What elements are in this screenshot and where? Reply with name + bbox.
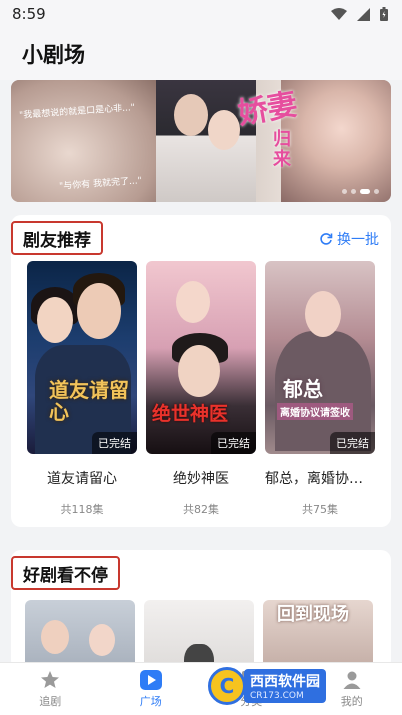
refresh-button[interactable]: 换一批 <box>319 229 379 249</box>
wifi-icon <box>331 7 347 20</box>
watermark-main: 西西软件园 <box>250 674 320 690</box>
drama-card[interactable]: 道友请留心 已完结 道友请留心 共118集 <box>27 261 137 517</box>
poster-title-art: 绝世神医 <box>152 403 229 425</box>
drama-list: 回到现场 <box>25 600 373 670</box>
status-icons <box>331 7 388 21</box>
drama-card[interactable]: 郁总 离婚协议请签收 已完结 郁总，离婚协议... 共75集 <box>265 261 375 517</box>
banner-pagination <box>342 189 379 194</box>
poster-figure <box>77 283 121 339</box>
section-title-recommend: 剧友推荐 <box>11 221 103 255</box>
status-badge: 已完结 <box>92 432 137 454</box>
drama-name[interactable]: 道友请留心 <box>27 468 137 488</box>
drama-name[interactable]: 郁总，离婚协议... <box>265 468 375 488</box>
refresh-icon <box>320 233 333 245</box>
drama-poster[interactable]: 绝世神医 已完结 <box>146 261 256 454</box>
nonstop-section: 好剧看不停 回到现场 <box>11 550 391 670</box>
banner-dot[interactable] <box>351 189 356 194</box>
tab-square[interactable]: 广场 <box>101 663 202 715</box>
banner-dot[interactable] <box>374 189 379 194</box>
app-header: 小剧场 <box>0 28 402 80</box>
tab-label: 追剧 <box>39 694 62 708</box>
banner-dot[interactable] <box>342 189 347 194</box>
poster-figure <box>41 620 69 654</box>
banner-face-male <box>174 94 208 136</box>
poster-figure <box>305 291 341 337</box>
recommend-section: 剧友推荐 换一批 道友请留心 已完结 道友请留心 共118集 绝世神医 已完结 … <box>11 215 391 527</box>
status-badge: 已完结 <box>330 432 375 454</box>
watermark-logo: C 西西软件园 CR173.COM <box>208 666 386 706</box>
banner-title-sub: 归来 <box>273 129 291 170</box>
play-icon <box>139 669 162 690</box>
poster-figure <box>178 345 220 397</box>
drama-poster[interactable]: 郁总 离婚协议请签收 已完结 <box>265 261 375 454</box>
watermark-emblem: C <box>208 667 246 705</box>
drama-poster[interactable]: 道友请留心 已完结 <box>27 261 137 454</box>
drama-card[interactable]: 绝世神医 已完结 绝妙神医 共82集 <box>146 261 256 517</box>
drama-list: 道友请留心 已完结 道友请留心 共118集 绝世神医 已完结 绝妙神医 共82集… <box>27 261 375 517</box>
poster-title-art: 道友请留心 <box>49 378 129 424</box>
poster-figure <box>176 281 210 323</box>
banner-dot-active[interactable] <box>360 189 370 194</box>
status-bar: 8:59 <box>0 0 402 28</box>
status-badge: 已完结 <box>211 432 256 454</box>
drama-poster[interactable] <box>144 600 254 670</box>
episode-count: 共75集 <box>302 503 338 516</box>
episode-count: 共82集 <box>183 503 219 516</box>
signal-icon <box>357 7 370 21</box>
tab-label: 广场 <box>139 694 162 708</box>
poster-figure <box>37 297 73 343</box>
poster-title-art: 回到现场 <box>277 604 349 625</box>
status-time: 8:59 <box>12 5 46 23</box>
refresh-label: 换一批 <box>337 232 379 248</box>
banner-carousel[interactable]: "我最想说的就是口是心非..." "与你有 我就完了..." 娇妻 归来 <box>11 80 391 202</box>
battery-icon <box>380 7 388 21</box>
poster-figure <box>89 624 115 656</box>
drama-name[interactable]: 绝妙神医 <box>146 468 256 488</box>
tab-follow[interactable]: 追剧 <box>0 663 101 715</box>
poster-subtitle-art: 离婚协议请签收 <box>277 403 353 420</box>
watermark-text: 西西软件园 CR173.COM <box>244 669 326 703</box>
watermark-sub: CR173.COM <box>250 691 304 701</box>
drama-poster[interactable] <box>25 600 135 670</box>
poster-title-art: 郁总 <box>283 377 323 401</box>
banner-art-right <box>281 80 391 202</box>
star-icon <box>41 670 60 688</box>
page-title: 小剧场 <box>22 43 85 67</box>
episode-count: 共118集 <box>60 503 104 516</box>
banner-face-female <box>208 110 240 150</box>
section-title-nonstop: 好剧看不停 <box>11 556 120 590</box>
drama-poster[interactable]: 回到现场 <box>263 600 373 670</box>
